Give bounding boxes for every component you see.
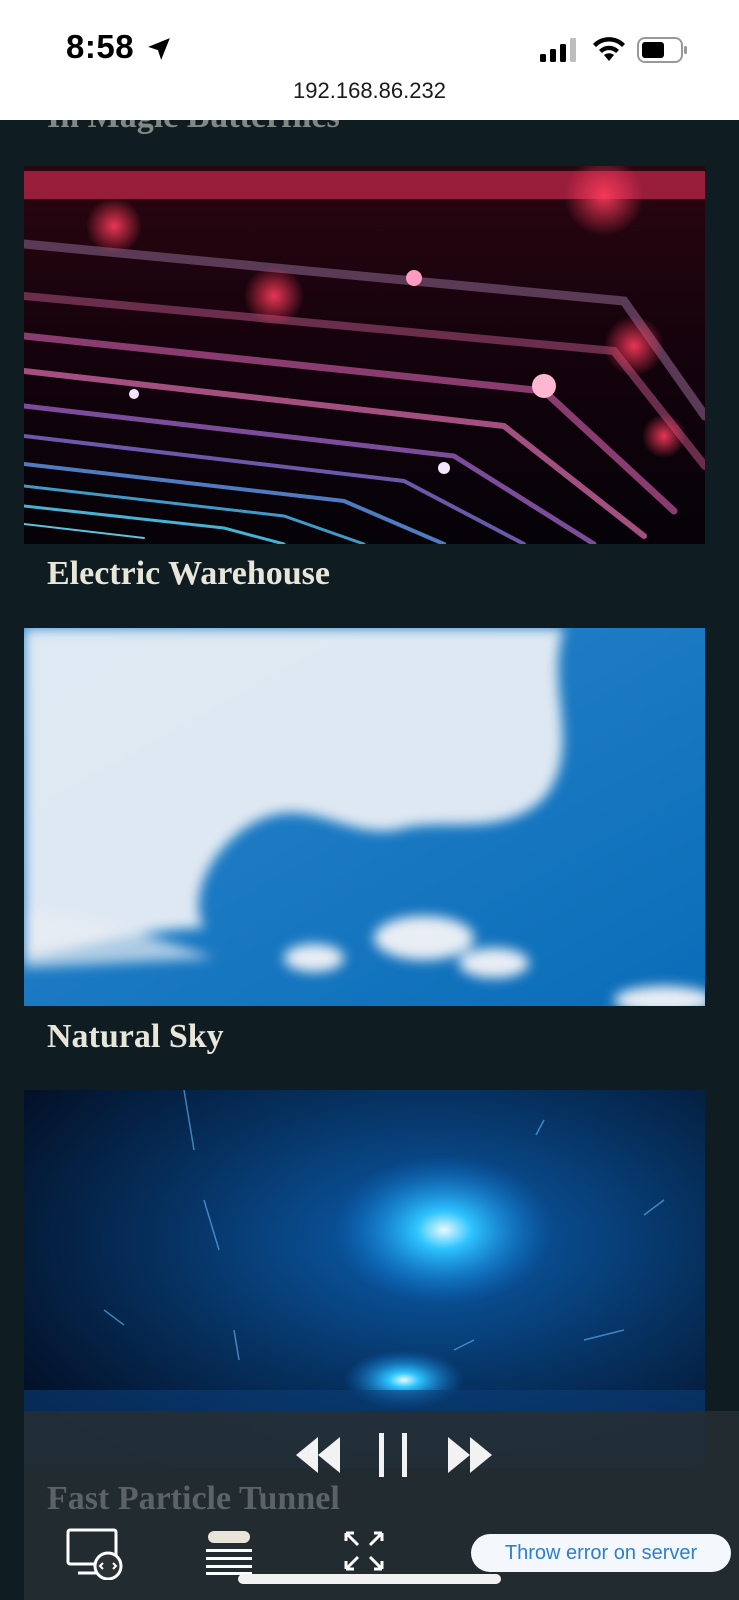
home-indicator[interactable] xyxy=(238,1574,501,1584)
video-thumbnail[interactable] xyxy=(24,628,705,1006)
video-title[interactable]: Electric Warehouse xyxy=(47,555,330,593)
fast-forward-icon[interactable] xyxy=(446,1435,494,1475)
location-arrow-icon xyxy=(148,38,170,60)
cellular-signal-icon xyxy=(540,38,576,62)
rewind-icon[interactable] xyxy=(294,1435,342,1475)
wifi-icon xyxy=(593,37,625,61)
address-bar-url[interactable]: 192.168.86.232 xyxy=(0,78,739,104)
video-title[interactable]: Natural Sky xyxy=(47,1018,224,1056)
cast-screen-icon[interactable] xyxy=(66,1528,124,1580)
playlist-icon[interactable] xyxy=(206,1531,252,1575)
video-title[interactable]: Fast Particle Tunnel xyxy=(47,1480,340,1518)
battery-icon xyxy=(637,37,687,63)
video-list: In Magic Butterflies xyxy=(0,120,739,1600)
status-bar: 8:58 192.168.86.232 xyxy=(0,0,739,120)
fullscreen-icon[interactable] xyxy=(342,1529,386,1573)
video-thumbnail[interactable] xyxy=(24,166,705,544)
clock-time: 8:58 xyxy=(66,28,135,65)
video-title: In Magic Butterflies xyxy=(47,120,340,136)
throw-error-button[interactable]: Throw error on server xyxy=(471,1534,731,1572)
pause-icon[interactable] xyxy=(377,1431,411,1479)
